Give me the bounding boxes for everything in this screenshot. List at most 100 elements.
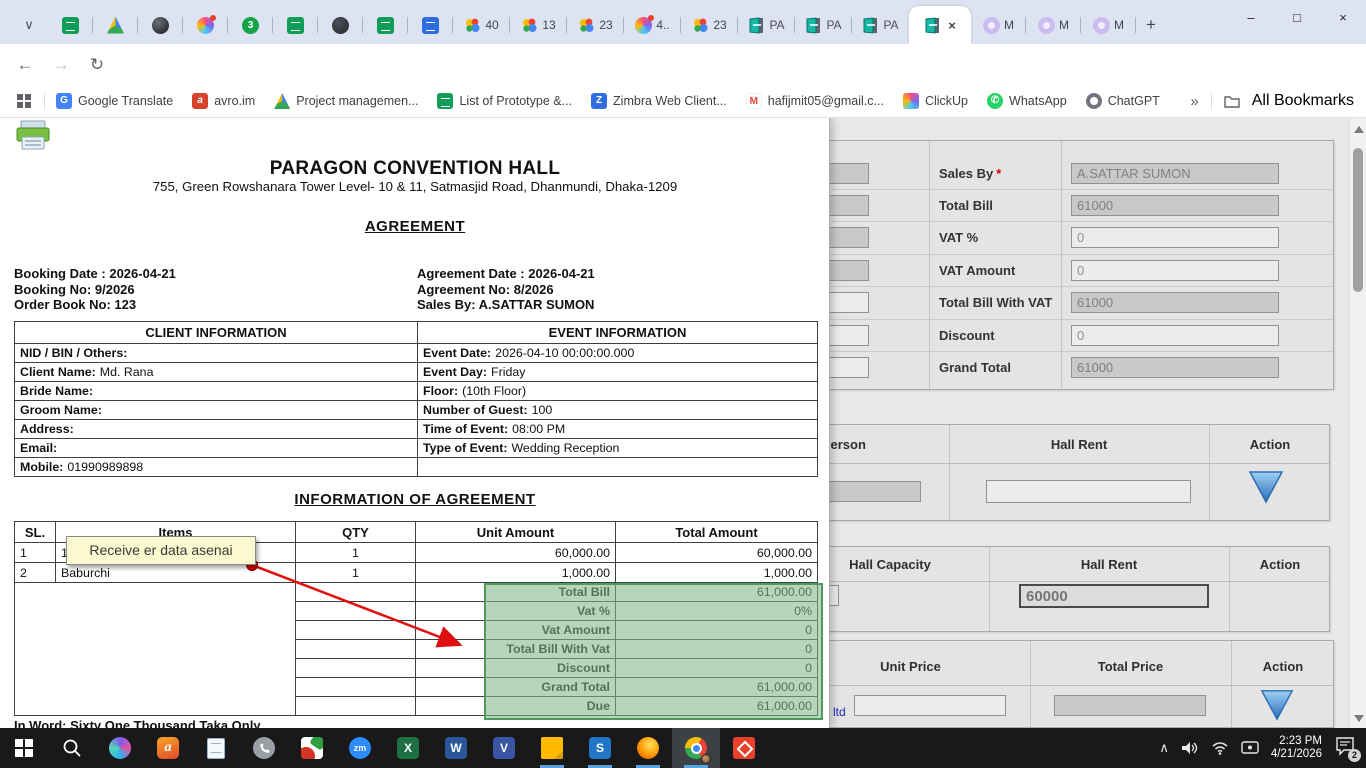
new-tab-button[interactable]: + (1136, 10, 1166, 40)
pinned-tab-sphere[interactable] (138, 10, 183, 40)
forward-button[interactable]: → (48, 52, 74, 78)
tab-m-2[interactable]: M (1026, 10, 1081, 40)
reload-button[interactable]: ↻ (84, 52, 110, 78)
all-bookmarks-label[interactable]: All Bookmarks (1252, 92, 1354, 110)
pinned-tab-sheets-1[interactable] (48, 10, 93, 40)
apps-grid-icon[interactable] (16, 93, 32, 109)
back-button[interactable]: ← (12, 52, 38, 78)
action-header: Action (1231, 659, 1335, 674)
action-dropdown-triangle-icon[interactable] (1247, 469, 1285, 505)
tab-23b[interactable]: 23 (681, 10, 738, 40)
active-tab[interactable]: × (909, 6, 971, 44)
bookmark-zimbra[interactable]: ZZimbra Web Client... (591, 93, 727, 109)
taskbar-copilot[interactable] (96, 728, 144, 768)
bookmark-whatsapp[interactable]: ✆WhatsApp (987, 93, 1067, 109)
bookmark-gmail[interactable]: Mhafijmit05@gmail.c... (746, 93, 884, 109)
tab-pa-3[interactable]: PA (852, 10, 909, 40)
sticky-notes-icon (541, 737, 563, 759)
pinned-tab-docs[interactable] (408, 10, 453, 40)
window-close-button[interactable]: × (1320, 0, 1366, 34)
discount-input[interactable] (1071, 325, 1279, 346)
vat-amount-label: VAT Amount (939, 260, 1015, 281)
hall-rent-input[interactable] (1019, 584, 1209, 608)
total-bill-with-vat-input[interactable] (1071, 292, 1279, 313)
info-cell: Floor:(10th Floor) (418, 382, 818, 401)
hall-address: 755, Green Rowshanara Tower Level- 10 & … (0, 179, 830, 194)
pinned-tab-drive[interactable] (93, 10, 138, 40)
unit-price-input[interactable] (854, 695, 1006, 716)
taskbar-avro[interactable]: a (144, 728, 192, 768)
taskbar-visio[interactable]: V (480, 728, 528, 768)
scrollbar-up-arrow-icon[interactable] (1354, 126, 1364, 133)
window-minimize-button[interactable]: – (1228, 0, 1274, 34)
taskbar-s-app[interactable]: S (576, 728, 624, 768)
scrollbar-down-arrow-icon[interactable] (1354, 715, 1364, 722)
bookmarks-overflow-icon[interactable]: » (1190, 93, 1198, 110)
bookmark-google-translate[interactable]: GGoogle Translate (56, 93, 173, 109)
pinned-tab-sheets-3[interactable] (363, 10, 408, 40)
ltd-link[interactable]: ltd (833, 705, 846, 719)
colorful-bird-icon (692, 17, 709, 34)
item-row: 1 1 1 60,000.00 60,000.00 (15, 543, 818, 563)
print-icon[interactable] (14, 120, 52, 152)
taskbar-excel[interactable]: X (384, 728, 432, 768)
grand-total-input[interactable] (1071, 357, 1279, 378)
tray-show-hidden-icons[interactable]: ∧ (1159, 740, 1169, 756)
pinned-tab-chat[interactable]: 3 (228, 10, 273, 40)
taskbar-whatsapp[interactable] (240, 728, 288, 768)
avro-keyboard-icon: a (157, 737, 179, 759)
taskbar-firefox[interactable] (624, 728, 672, 768)
taskbar-start-button[interactable] (0, 728, 48, 768)
scrollbar-thumb[interactable] (1353, 148, 1363, 292)
info-cell: Number of Guest:100 (418, 401, 818, 420)
volume-icon[interactable] (1181, 740, 1199, 756)
tab-40[interactable]: 40 (453, 10, 510, 40)
bookmark-chatgpt[interactable]: ChatGPT (1086, 93, 1160, 109)
tab-23a[interactable]: 23 (567, 10, 624, 40)
total-bill-input[interactable] (1071, 195, 1279, 216)
bookmark-list-of-prototype[interactable]: List of Prototype &... (437, 93, 572, 109)
pinned-tab-sheets-2[interactable] (273, 10, 318, 40)
bookmark-avro[interactable]: aavro.im (192, 93, 255, 109)
taskbar-red-diamond-app[interactable] (720, 728, 768, 768)
info-cell: Address: (15, 420, 418, 439)
taskbar-chrome-active[interactable] (672, 728, 720, 768)
taskbar-word[interactable]: W (432, 728, 480, 768)
capacity-hall-rent-input[interactable] (986, 480, 1191, 503)
vat-pct-input[interactable] (1071, 227, 1279, 248)
avro-icon: a (192, 93, 208, 109)
bookmark-project-management[interactable]: Project managemen... (274, 93, 418, 109)
items-header: Items (56, 522, 296, 543)
tab-search-chevron[interactable]: ∨ (10, 10, 48, 40)
tab-4[interactable]: 4.. (624, 10, 681, 40)
sales-by-input[interactable] (1071, 163, 1279, 184)
taskbar-clock[interactable]: 2:23 PM 4/21/2026 (1271, 735, 1322, 761)
pinned-tab-globe[interactable] (318, 10, 363, 40)
wifi-icon[interactable] (1211, 741, 1229, 755)
capacity-table-panel: y Person Hall Rent Action (790, 424, 1330, 521)
window-maximize-button[interactable]: □ (1274, 0, 1320, 34)
taskbar-zoom[interactable]: zm (336, 728, 384, 768)
taskbar-notepad[interactable] (192, 728, 240, 768)
pinned-tab-clickup[interactable] (183, 10, 228, 40)
bookmark-clickup[interactable]: ClickUp (903, 93, 968, 109)
action-header: Action (1229, 557, 1331, 572)
tab-pa-2[interactable]: PA (795, 10, 852, 40)
total-price-input[interactable] (1054, 695, 1206, 716)
tab-13[interactable]: 13 (510, 10, 567, 40)
action-dropdown-triangle-icon[interactable] (1259, 687, 1295, 723)
taskbar-image-viewer[interactable] (288, 728, 336, 768)
notification-center-button[interactable]: 2 (1334, 736, 1358, 760)
taskbar-sticky-notes[interactable] (528, 728, 576, 768)
page-scrollbar[interactable] (1349, 118, 1366, 728)
cast-display-icon[interactable] (1241, 741, 1259, 755)
tab-close-icon[interactable]: × (948, 18, 956, 33)
vat-amount-input[interactable] (1071, 260, 1279, 281)
sphere-icon (152, 17, 169, 34)
tab-m-3[interactable]: M (1081, 10, 1136, 40)
booking-info-left: Booking Date : 2026-04-21 Booking No: 9/… (14, 266, 176, 313)
taskbar-search-button[interactable] (48, 728, 96, 768)
tab-m-1[interactable]: M (971, 10, 1026, 40)
tab-pa-1[interactable]: PA (738, 10, 795, 40)
info-cell: Time of Event:08:00 PM (418, 420, 818, 439)
